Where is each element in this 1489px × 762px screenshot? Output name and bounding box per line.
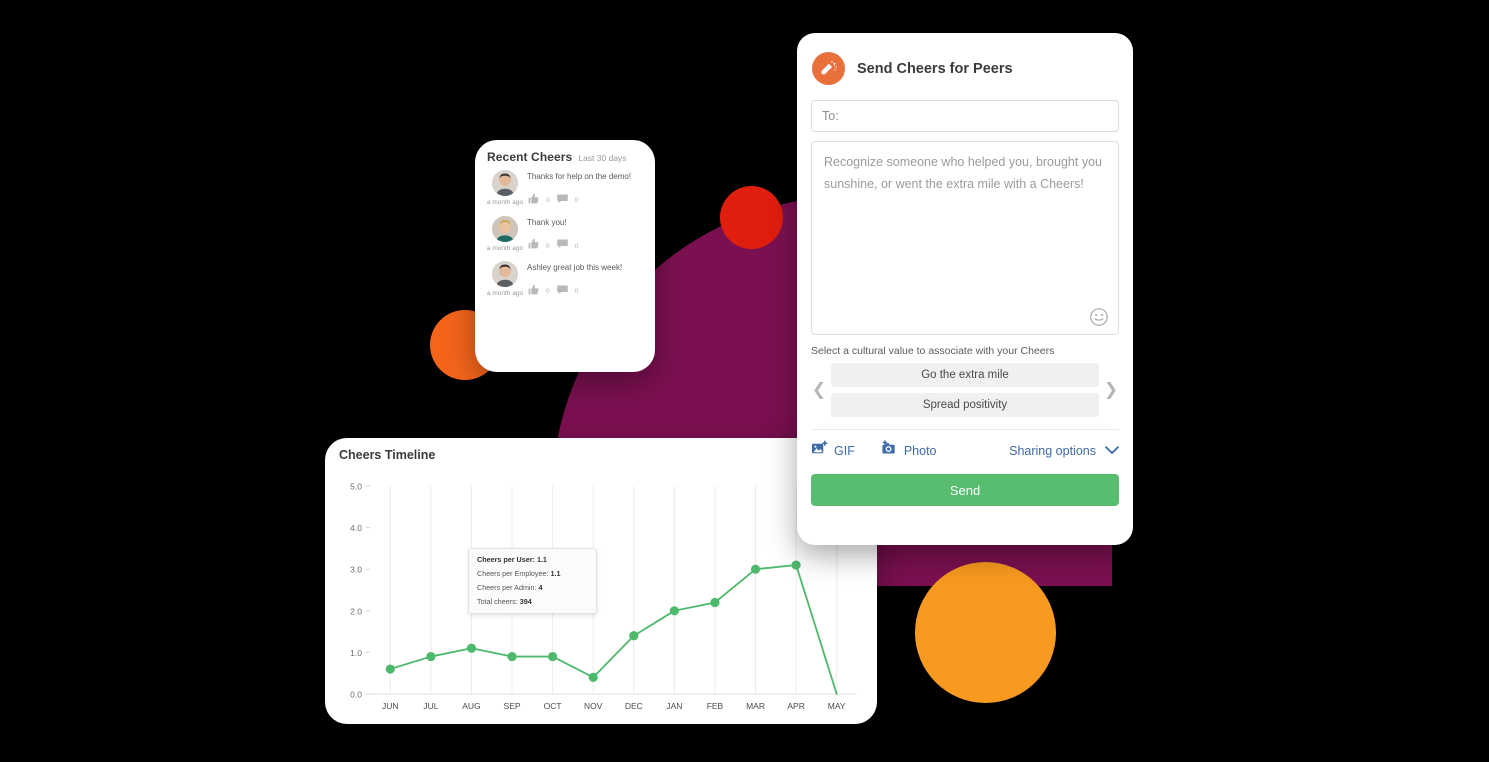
image-plus-icon	[811, 440, 828, 462]
cultural-value-label: Select a cultural value to associate wit…	[811, 345, 1055, 357]
decorative-orange-circle-large	[915, 562, 1056, 703]
thumbs-up-icon[interactable]	[527, 192, 540, 210]
svg-text:MAR: MAR	[746, 701, 765, 711]
recipient-placeholder: To:	[822, 109, 839, 123]
cultural-value-carousel: ❮ Go the extra mile Spread positivity ❯	[811, 363, 1119, 417]
cheers-timeline-card: Cheers Timeline 0.0 1.0 2.0 3.0 4.0 5.0 JUN JUL…	[325, 438, 877, 724]
send-button[interactable]: Send	[811, 474, 1119, 506]
svg-text:SEP: SEP	[504, 701, 521, 711]
cheer-timestamp: a month ago	[486, 290, 524, 298]
message-placeholder: Recognize someone who helped you, brough…	[824, 155, 1102, 191]
recent-cheers-header: Recent Cheers Last 30 days	[475, 140, 655, 166]
cheer-timestamp: a month ago	[486, 199, 524, 206]
cheer-timestamp: a month ago	[486, 244, 524, 252]
avatar	[492, 170, 518, 196]
message-textarea[interactable]: Recognize someone who helped you, brough…	[811, 141, 1119, 335]
chevron-down-icon	[1105, 442, 1119, 460]
chevron-left-icon[interactable]: ❮	[811, 380, 827, 400]
panel-title: Send Cheers for Peers	[857, 60, 1013, 77]
sharing-options-label: Sharing options	[1009, 444, 1096, 458]
svg-text:OCT: OCT	[544, 701, 562, 711]
cheer-author: a month ago	[486, 215, 524, 256]
cheer-message: Ashley great job this week!	[527, 263, 623, 273]
like-count: 0	[546, 242, 550, 250]
cheer-actions: 0 0	[527, 283, 645, 301]
like-count: 0	[546, 288, 550, 296]
cheer-author: a month ago	[487, 170, 523, 210]
avatar	[492, 261, 518, 288]
svg-text:FEB: FEB	[707, 701, 724, 711]
comment-count: 0	[574, 288, 579, 296]
comment-count: 0	[574, 197, 579, 205]
cheer-actions: 0 0	[527, 192, 645, 210]
chart-tooltip: Cheers per User: 1.1 Cheers per Employee…	[468, 548, 597, 614]
svg-text:DEC: DEC	[625, 701, 643, 711]
comment-count: 0	[574, 242, 579, 250]
svg-text:0.0: 0.0	[350, 690, 362, 700]
svg-text:3.0: 3.0	[350, 565, 362, 575]
tooltip-row-user: Cheers per User: 1.1	[477, 555, 547, 564]
avatar	[492, 215, 518, 242]
svg-text:AUG: AUG	[462, 701, 480, 711]
decorative-red-circle	[720, 186, 783, 249]
svg-text:2.0: 2.0	[350, 606, 362, 616]
svg-text:4.0: 4.0	[350, 523, 362, 533]
comment-icon[interactable]	[556, 192, 569, 210]
svg-text:APR: APR	[787, 701, 804, 711]
thumbs-up-icon[interactable]	[527, 283, 540, 301]
recent-cheers-subtitle: Last 30 days	[578, 153, 627, 163]
camera-plus-icon	[881, 440, 898, 462]
emoji-icon[interactable]	[1089, 307, 1109, 327]
recent-cheers-card: Recent Cheers Last 30 days a month ago T…	[475, 140, 655, 372]
chevron-right-icon[interactable]: ❯	[1103, 380, 1119, 400]
cultural-value-option[interactable]: Spread positivity	[831, 393, 1099, 417]
send-cheers-panel: Send Cheers for Peers To: Recognize some…	[797, 33, 1133, 545]
svg-text:MAY: MAY	[828, 701, 846, 711]
cheer-message: Thank you!	[527, 217, 567, 227]
list-item[interactable]: a month ago Thank you! 0 0	[475, 212, 655, 258]
divider	[811, 429, 1119, 430]
comment-icon[interactable]	[556, 283, 569, 301]
svg-text:5.0: 5.0	[350, 482, 362, 492]
svg-text:JUN: JUN	[382, 701, 399, 711]
tooltip-row-employee: Cheers per Employee: 1.1	[477, 568, 561, 578]
chart-svg: 0.0 1.0 2.0 3.0 4.0 5.0 JUN JUL AUG SEP OCT NOV DEC J…	[350, 482, 857, 711]
list-item[interactable]: a month ago Thanks for help on the demo!…	[475, 166, 655, 212]
cheer-author: a month ago	[487, 261, 523, 301]
photo-label: Photo	[903, 444, 937, 458]
tooltip-row-total: Total cheers: 394	[477, 596, 532, 606]
like-count: 0	[546, 197, 550, 205]
thumbs-up-icon[interactable]	[527, 237, 540, 255]
list-item[interactable]: a month ago Ashley great job this week! …	[475, 257, 655, 303]
cheer-actions: 0 0	[527, 237, 645, 255]
photo-button[interactable]: Photo	[881, 440, 937, 462]
svg-text:NOV: NOV	[584, 701, 603, 711]
sharing-options-button[interactable]: Sharing options	[1009, 442, 1119, 460]
megaphone-icon	[812, 52, 845, 85]
panel-header: Send Cheers for Peers	[797, 33, 1133, 85]
page-title: Cheers Timeline	[339, 448, 436, 462]
comment-icon[interactable]	[556, 237, 569, 255]
gif-label: GIF	[834, 444, 855, 458]
svg-text:JUL: JUL	[423, 701, 438, 711]
timeline-chart[interactable]: 0.0 1.0 2.0 3.0 4.0 5.0 JUN JUL AUG SEP OCT NOV DEC J…	[325, 472, 877, 724]
cheer-message: Thanks for help on the demo!	[527, 172, 632, 181]
svg-text:JAN: JAN	[666, 701, 682, 711]
cultural-value-option[interactable]: Go the extra mile	[831, 363, 1099, 387]
gif-button[interactable]: GIF	[811, 440, 855, 462]
svg-text:1.0: 1.0	[350, 648, 362, 658]
screenshot-stage: Recent Cheers Last 30 days a month ago T…	[0, 0, 1489, 762]
tooltip-row-admin: Cheers per Admin: 4	[477, 582, 543, 592]
attachment-toolbar: GIF Photo Sharing options	[811, 440, 1119, 462]
recent-cheers-title: Recent Cheers	[487, 150, 573, 164]
recipient-input[interactable]: To:	[811, 100, 1119, 132]
